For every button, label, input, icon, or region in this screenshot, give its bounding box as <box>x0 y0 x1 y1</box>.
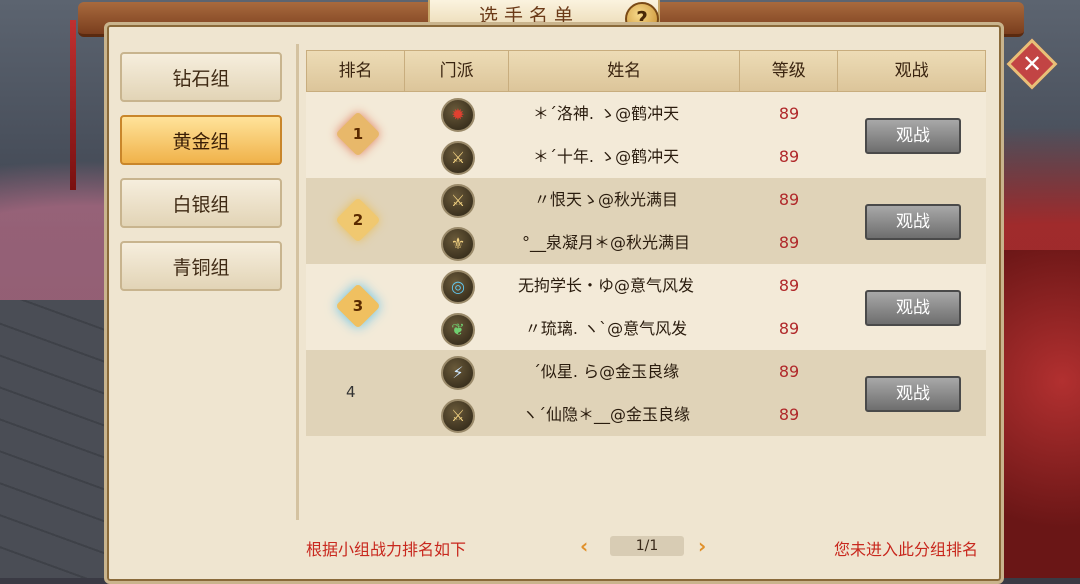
fleur-icon: ⚜ <box>441 227 475 261</box>
player-level: 89 <box>778 190 800 209</box>
player-level: 89 <box>778 233 800 252</box>
player-name: ˊ似星. ら@金玉良缘 <box>532 362 680 381</box>
group-row-3: 3 ◎ 无拘学长・ゆ@意气风发 89 ❦ 〃琉璃. ヽ`@意气风发 89 观战 <box>306 264 986 350</box>
tab-silver[interactable]: 白银组 <box>120 178 282 228</box>
group-row-4: 4 ⚡ ˊ似星. ら@金玉良缘 89 ⚔ ヽˊ仙隐＊__@金玉良缘 89 观战 <box>306 350 986 436</box>
player-name: °__泉凝月＊@秋光满目 <box>521 233 690 252</box>
butterfly-icon: ❦ <box>441 313 475 347</box>
footer-note: 根据小组战力排名如下 <box>306 540 467 559</box>
watch-button[interactable]: 观战 <box>865 290 961 326</box>
roster-table: 排名 门派 姓名 等级 观战 1 ✹ ＊ˊ洛神. ゝ@鹤冲天 89 ⚔ ＊ˊ十年… <box>306 50 986 436</box>
player-level: 89 <box>778 147 800 166</box>
player-name: 〃恨天ゝ@秋光满目 <box>533 190 678 209</box>
close-icon: ✕ <box>1021 50 1043 78</box>
ring-icon: ◎ <box>441 270 475 304</box>
watch-button[interactable]: 观战 <box>865 118 961 154</box>
group-row-2: 2 ⚔ 〃恨天ゝ@秋光满目 89 ⚜ °__泉凝月＊@秋光满目 89 观战 <box>306 178 986 264</box>
player-level: 89 <box>778 104 800 123</box>
watch-button[interactable]: 观战 <box>865 204 961 240</box>
tab-gold[interactable]: 黄金组 <box>120 115 282 165</box>
col-sect: 门派 <box>405 51 510 91</box>
rank-status: 您未进入此分组排名 <box>834 540 979 559</box>
col-rank: 排名 <box>307 51 406 91</box>
player-name: 〃琉璃. ヽ`@意气风发 <box>524 319 688 338</box>
table-header: 排名 门派 姓名 等级 观战 <box>306 50 986 92</box>
sword-icon: ⚔ <box>441 184 475 218</box>
tab-diamond[interactable]: 钻石组 <box>120 52 282 102</box>
col-watch: 观战 <box>894 61 929 81</box>
next-page-icon[interactable]: › <box>698 534 706 558</box>
col-name: 姓名 <box>509 51 741 91</box>
tassel-decoration <box>70 20 76 190</box>
player-level: 89 <box>778 319 800 338</box>
player-level: 89 <box>778 405 800 424</box>
col-level: 等级 <box>740 51 839 91</box>
group-row-1: 1 ✹ ＊ˊ洛神. ゝ@鹤冲天 89 ⚔ ＊ˊ十年. ゝ@鹤冲天 89 观战 <box>306 92 986 178</box>
stone-ground <box>0 300 120 578</box>
flame-icon: ✹ <box>441 98 475 132</box>
sword-icon: ⚔ <box>441 141 475 175</box>
page-indicator: 1/1 <box>610 536 684 556</box>
prev-page-icon[interactable]: ‹ <box>580 534 588 558</box>
blade-icon: ⚡ <box>441 356 475 390</box>
player-name: ＊ˊ十年. ゝ@鹤冲天 <box>532 147 680 166</box>
player-level: 89 <box>778 276 800 295</box>
sword-icon: ⚔ <box>441 399 475 433</box>
tab-bronze[interactable]: 青铜组 <box>120 241 282 291</box>
watch-button[interactable]: 观战 <box>865 376 961 412</box>
player-name: 无拘学长・ゆ@意气风发 <box>517 276 694 295</box>
player-name: ＊ˊ洛神. ゝ@鹤冲天 <box>532 104 680 123</box>
player-name: ヽˊ仙隐＊__@金玉良缘 <box>521 405 690 424</box>
player-level: 89 <box>778 362 800 381</box>
divider <box>296 44 299 520</box>
